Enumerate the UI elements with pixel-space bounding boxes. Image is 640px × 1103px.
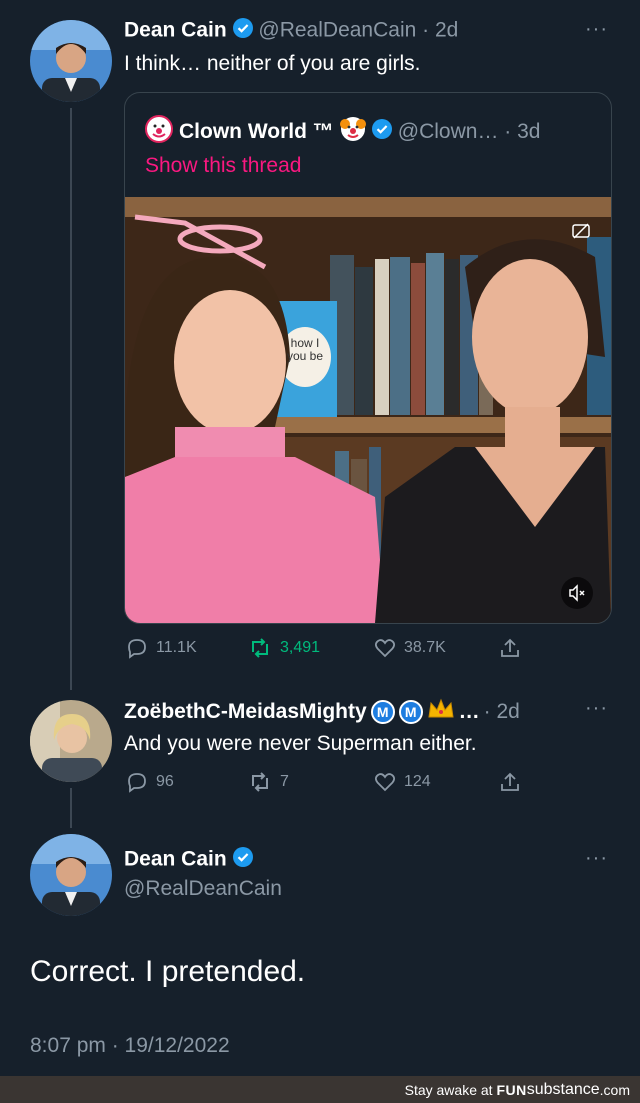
- tweet1-more-icon[interactable]: ···: [585, 18, 608, 41]
- quote-reply-count: 11.1K: [156, 639, 197, 656]
- watermark-brand-com: .com: [599, 1081, 630, 1098]
- quote-share-icon[interactable]: [499, 637, 521, 664]
- tweet1-handle-time[interactable]: @RealDeanCain · 2d: [258, 19, 458, 42]
- main-tweet-text: Correct. I pretended.: [30, 955, 306, 988]
- main-author-name[interactable]: Dean Cain: [124, 848, 227, 871]
- reply-reply-action[interactable]: 96: [126, 771, 174, 793]
- main-verified-badge-icon: [232, 847, 253, 873]
- avatar-dean-cain-2[interactable]: [30, 834, 112, 916]
- watermark-bar: Stay awake at FUN substance .com: [0, 1076, 640, 1103]
- quote-verified-badge-icon: [371, 119, 392, 145]
- reply-name-ellipsis: …: [458, 700, 480, 723]
- watermark-prefix: Stay awake at: [404, 1081, 497, 1098]
- reply-header: ZoëbethC-MeidasMighty M M … · 2d: [124, 697, 574, 727]
- avatar-dean-cain-1[interactable]: [30, 20, 112, 102]
- reply-like-count: 124: [404, 773, 431, 790]
- tweet1-header: Dean Cain @RealDeanCain · 2d: [124, 18, 594, 46]
- main-author-handle[interactable]: @RealDeanCain: [124, 877, 282, 901]
- quote-header: Clown World ™ @Clown… · 3d: [145, 115, 540, 149]
- quote-retweet-count: 3,491: [280, 639, 321, 656]
- quote-reply-action[interactable]: 11.1K: [126, 637, 197, 659]
- watermark-brand-fun: FUN: [496, 1081, 527, 1098]
- quote-author-name[interactable]: Clown World ™: [179, 120, 334, 144]
- reply-text: And you were never Superman either.: [124, 732, 477, 755]
- heart-icon: [374, 771, 396, 793]
- video-frame-illustration: [125, 197, 611, 623]
- quote-retweet-action[interactable]: 3,491: [248, 637, 320, 659]
- quote-handle-time[interactable]: @Clown… · 3d: [398, 120, 541, 144]
- reply-author-name[interactable]: ZoëbethC-MeidasMighty: [124, 700, 367, 724]
- watermark-brand-substance: substance: [526, 1080, 600, 1098]
- quote-tweet-card[interactable]: Clown World ™ @Clown… · 3d Show this thr…: [124, 92, 612, 624]
- clown-avatar-icon: [145, 115, 173, 149]
- reply-icon: [126, 637, 148, 659]
- video-sensitive-icon[interactable]: [571, 221, 591, 246]
- reply-reply-count: 96: [156, 773, 174, 790]
- heart-icon: [374, 637, 396, 659]
- main-tweet-header: Dean Cain: [124, 847, 253, 873]
- quote-like-count: 38.7K: [404, 639, 446, 656]
- thread-line-2: [70, 788, 72, 828]
- reply-time[interactable]: · 2d: [484, 700, 520, 724]
- crown-emoji-icon: [427, 697, 455, 727]
- tweet1-author-name[interactable]: Dean Cain: [124, 19, 227, 42]
- metro-badge-1-icon: M: [370, 700, 395, 724]
- reply-retweet-count: 7: [280, 773, 289, 790]
- retweet-icon: [248, 771, 272, 793]
- avatar-zoebeth[interactable]: [30, 700, 112, 782]
- quote-like-action[interactable]: 38.7K: [374, 637, 446, 659]
- reply-icon: [126, 771, 148, 793]
- thread-line-1: [70, 108, 72, 690]
- retweet-icon: [248, 637, 272, 659]
- mute-icon[interactable]: [561, 577, 593, 609]
- verified-badge-icon: [232, 18, 253, 44]
- main-more-icon[interactable]: ···: [585, 847, 608, 870]
- video-book-caption: how I you be: [286, 336, 324, 363]
- reply-share-icon[interactable]: [499, 771, 521, 798]
- reply-more-icon[interactable]: ···: [585, 697, 608, 720]
- clown-emoji-icon: [339, 116, 366, 148]
- reply-like-action[interactable]: 124: [374, 771, 431, 793]
- show-thread-link[interactable]: Show this thread: [145, 154, 301, 178]
- main-tweet-timestamp[interactable]: 8:07 pm · 19/12/2022: [30, 1034, 230, 1058]
- quote-video[interactable]: how I you be: [125, 197, 611, 623]
- tweet1-text: I think… neither of you are girls.: [124, 52, 421, 75]
- metro-badge-2-icon: M: [398, 700, 423, 724]
- reply-retweet-action[interactable]: 7: [248, 771, 289, 793]
